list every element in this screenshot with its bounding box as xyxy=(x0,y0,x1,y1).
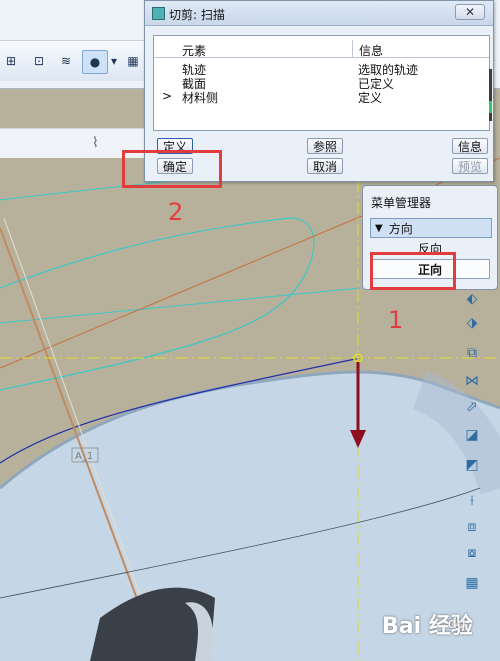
annotation-number-1: 1 xyxy=(388,306,404,334)
row-element: 材料侧 xyxy=(182,91,219,105)
annotation-box-ok xyxy=(122,150,222,188)
layers-icon[interactable]: ≋ xyxy=(56,50,76,72)
references-button[interactable]: 参照 xyxy=(307,138,343,154)
element-table: 元素 信息 轨迹 选取的轨迹 截面 已定义 > 材料侧 定义 xyxy=(153,35,490,131)
pin-icon: ⌇ xyxy=(92,135,99,151)
scroll-gauge xyxy=(489,69,492,121)
intersect-icon[interactable]: ⧇ xyxy=(463,544,481,562)
annotation-number-2: 2 xyxy=(168,198,184,226)
mirror-icon[interactable]: ⋈ xyxy=(463,372,481,390)
row-info: 定义 xyxy=(358,91,383,105)
dialog-icon xyxy=(152,7,165,20)
menu-direction-label: 方向 xyxy=(388,221,413,236)
close-icon: ✕ xyxy=(464,5,476,19)
dialog-titlebar[interactable]: 切剪: 扫描 ✕ xyxy=(145,1,493,26)
preview-button: 预览 xyxy=(452,158,488,174)
shell-icon[interactable]: ◪ xyxy=(463,426,481,444)
split-icon[interactable]: ⟊ xyxy=(463,492,481,510)
info-button[interactable]: 信息 xyxy=(452,138,488,154)
chevron-down-icon[interactable]: ▾ xyxy=(108,50,120,72)
scroll-gauge-indicator xyxy=(489,101,492,113)
add-icon[interactable]: ⊞ xyxy=(2,50,20,72)
blend-icon[interactable]: ⧉ xyxy=(463,344,481,362)
table-row[interactable]: > 材料侧 定义 xyxy=(154,89,489,105)
triangle-down-icon: ▼ xyxy=(375,222,383,234)
baidu-watermark-sub: du xyxy=(448,616,466,632)
grid-icon[interactable]: ▦ xyxy=(463,574,481,592)
revolve-icon[interactable]: ⬗ xyxy=(463,314,481,332)
column-divider xyxy=(352,40,353,58)
menu-manager-title: 菜单管理器 xyxy=(371,196,432,210)
model-label: A_1 xyxy=(75,451,93,462)
view-manager-icon[interactable]: ▦ xyxy=(124,50,142,72)
menu-direction-header[interactable]: ▼ 方向 xyxy=(370,218,492,238)
table-row[interactable]: 截面 已定义 xyxy=(154,75,489,91)
close-button[interactable]: ✕ xyxy=(455,4,485,20)
dialog-title: 切剪: 扫描 xyxy=(169,8,225,22)
cancel-button[interactable]: 取消 xyxy=(307,158,343,174)
extrude-icon[interactable]: ⬖ xyxy=(463,290,481,308)
shading-sphere-icon[interactable]: ● xyxy=(82,50,108,74)
header-divider xyxy=(154,57,489,58)
rib-icon[interactable]: ◩ xyxy=(463,456,481,474)
annotation-box-okay xyxy=(370,252,456,290)
datum-point-icon[interactable]: ⊡ xyxy=(26,50,52,72)
right-tool-column: ⬖ ⬗ ⧉ ⋈ ⬀ ◪ ◩ ⟊ ⧈ ⧇ ▦ xyxy=(458,286,500,616)
merge-icon[interactable]: ⧈ xyxy=(463,518,481,536)
row-prefix: > xyxy=(162,89,173,103)
table-row[interactable]: 轨迹 选取的轨迹 xyxy=(154,61,489,77)
sweep-icon[interactable]: ⬀ xyxy=(463,398,481,416)
